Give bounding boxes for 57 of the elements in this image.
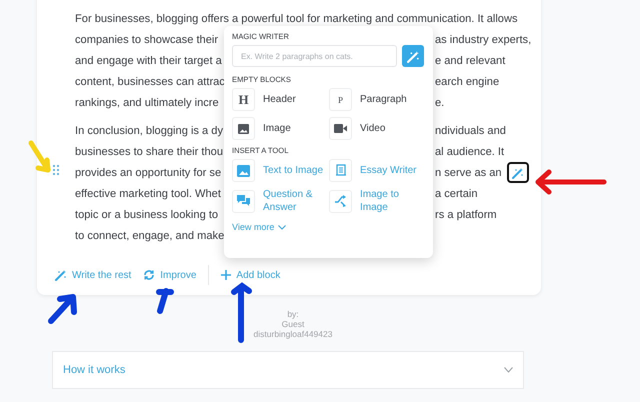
arrow-annotation bbox=[154, 285, 174, 315]
magic-wand-button[interactable] bbox=[507, 162, 529, 183]
paragraph-text: In conclusion, blogging is a dy bbox=[75, 124, 224, 136]
chevron-icon bbox=[504, 367, 513, 373]
paragraph-text: a certain bbox=[435, 188, 478, 200]
paragraph-text: and engage with their target a bbox=[75, 54, 222, 66]
paragraph-text: al audience. It bbox=[435, 146, 504, 158]
paragraph-text: ndividuals and bbox=[435, 124, 506, 136]
video-camera-icon bbox=[334, 124, 347, 133]
paragraph-text: to connect, engage, and make bbox=[75, 230, 224, 242]
paragraph-text: rankings, and ultimately incre bbox=[75, 96, 219, 108]
paragraph-text: businesses to share their thou bbox=[75, 146, 224, 158]
tool-option[interactable]: Text to Image bbox=[232, 159, 329, 182]
chevron-down-icon bbox=[278, 224, 286, 230]
image-icon bbox=[238, 124, 249, 134]
paragraph-icon: P bbox=[338, 94, 343, 104]
paragraph-text: n serve as an bbox=[435, 166, 502, 178]
accordion-header[interactable]: How it works bbox=[52, 351, 524, 389]
magic-wand-icon bbox=[512, 166, 524, 178]
paragraph-text: e and relevant bbox=[435, 54, 506, 66]
block-option[interactable]: Video bbox=[329, 117, 426, 140]
action-button[interactable]: Add block bbox=[221, 270, 280, 280]
plus-icon bbox=[221, 270, 232, 280]
image-icon bbox=[237, 164, 250, 176]
paragraph-text: effective marketing tool. Whet bbox=[75, 188, 221, 200]
generate-button[interactable] bbox=[402, 45, 424, 67]
paragraph-text: content, businesses can attrac bbox=[75, 76, 225, 88]
paragraph-text: companies to showcase their bbox=[75, 34, 218, 46]
author-name: Guest bbox=[282, 319, 304, 329]
arrow-annotation bbox=[230, 282, 254, 344]
magic-wand-icon bbox=[406, 50, 420, 62]
paragraph-text: provides an opportunity for se bbox=[75, 166, 222, 178]
paragraph-text: e. bbox=[435, 96, 444, 108]
paragraph-text: For businesses, blogging offers a powerful tool for marketing and communication. It allows bbox=[75, 12, 518, 24]
action-button[interactable]: Write the rest bbox=[55, 269, 132, 281]
drag-handle-icon[interactable] bbox=[53, 165, 59, 175]
shuffle-icon bbox=[334, 195, 347, 207]
refresh-icon bbox=[143, 269, 156, 281]
author-username: disturbingloaf449423 bbox=[254, 329, 332, 339]
block-option[interactable]: Image bbox=[232, 117, 329, 140]
scroll-icon bbox=[334, 164, 346, 177]
block-option[interactable]: H Header bbox=[232, 88, 329, 111]
author-label: by: bbox=[287, 309, 299, 319]
view-more-link[interactable]: View more bbox=[232, 222, 286, 232]
action-button[interactable]: Improve bbox=[143, 269, 196, 281]
tool-option[interactable]: Essay Writer bbox=[329, 159, 426, 182]
header-icon: H bbox=[238, 92, 249, 108]
tool-option[interactable]: Question & Answer bbox=[232, 188, 329, 214]
prompt-field[interactable]: Ex. Write 2 paragraphs on cats. bbox=[232, 45, 397, 67]
paragraph-text: topic or a business looking to bbox=[75, 208, 218, 220]
chat-bubbles-icon bbox=[237, 195, 250, 207]
magic-wand-icon bbox=[55, 269, 67, 281]
paragraph-text: as industry experts, bbox=[435, 34, 532, 46]
paragraph-text: rs a platform bbox=[435, 208, 497, 220]
block-option[interactable]: P Paragraph bbox=[329, 88, 426, 111]
tool-option[interactable]: Image to Image bbox=[329, 188, 426, 214]
paragraph-text: earch engine bbox=[435, 76, 500, 88]
